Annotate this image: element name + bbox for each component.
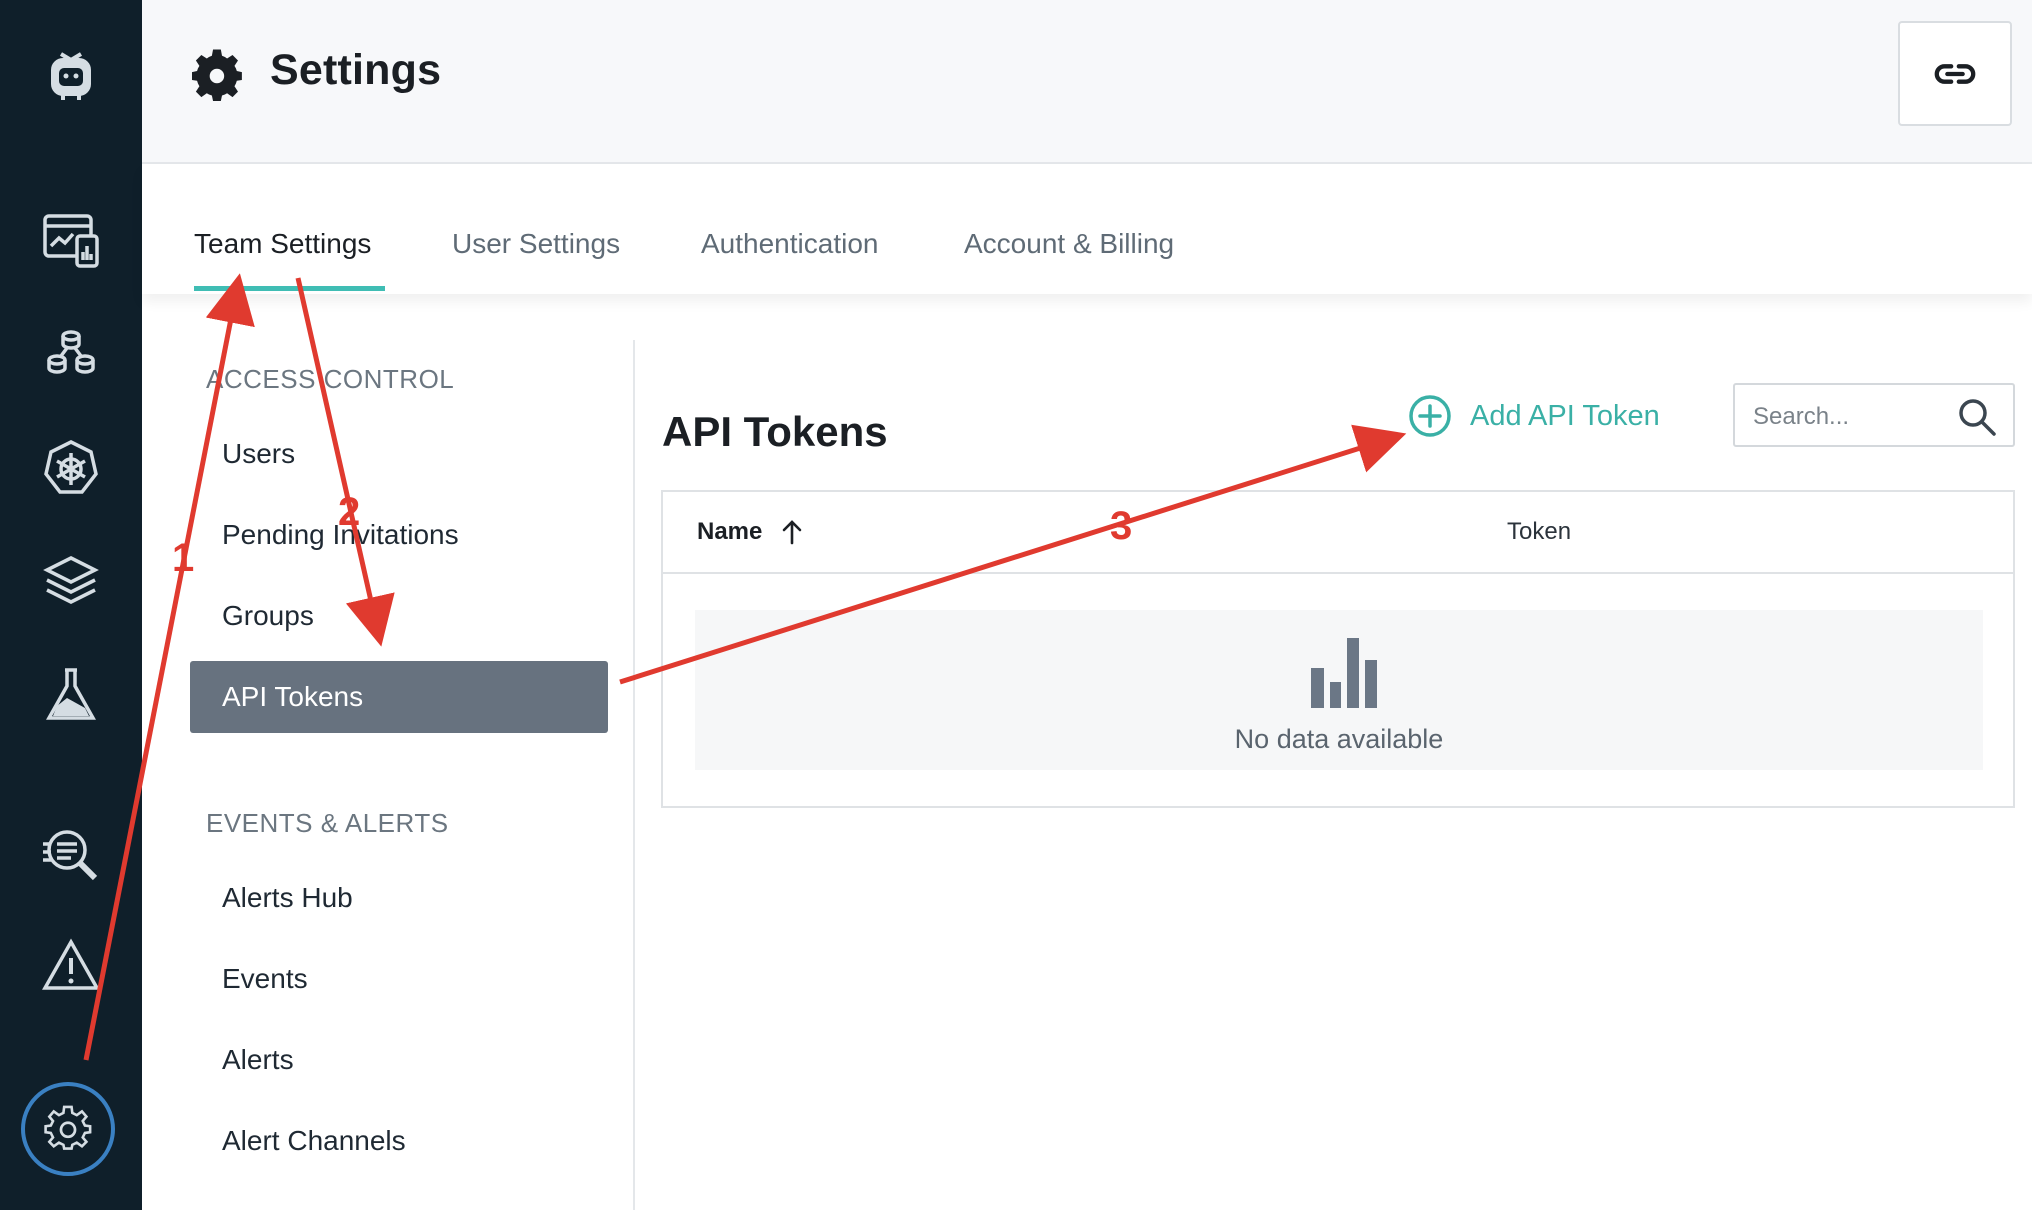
copy-link-button[interactable]	[1898, 21, 2012, 126]
kubernetes-icon[interactable]	[35, 432, 107, 504]
annotation-label-3: 3	[1110, 504, 1133, 548]
menu-item-alert-channels[interactable]: Alert Channels	[222, 1125, 406, 1157]
link-icon	[1934, 63, 1976, 84]
settings-menu: ACCESS CONTROL Users Pending Invitations…	[142, 294, 634, 1210]
search-input[interactable]	[1751, 399, 1955, 435]
empty-state-text: No data available	[1234, 724, 1444, 754]
table-header: Name Token	[663, 492, 2013, 574]
layers-icon[interactable]	[35, 546, 107, 618]
column-header-name[interactable]: Name	[697, 518, 804, 546]
api-tokens-table: Name Token No data available	[661, 490, 2015, 808]
settings-tabs: Team Settings User Settings Authenticati…	[142, 164, 2032, 294]
tab-team-settings[interactable]: Team Settings	[194, 228, 371, 260]
warning-icon[interactable]	[35, 930, 107, 1002]
section-access-control: ACCESS CONTROL	[206, 364, 455, 394]
bar-chart-icon	[1311, 638, 1377, 708]
sort-ascending-icon[interactable]	[780, 519, 804, 545]
menu-item-events[interactable]: Events	[222, 963, 308, 995]
add-api-token-button[interactable]: Add API Token	[1408, 394, 1660, 438]
tab-account-billing[interactable]: Account & Billing	[964, 228, 1174, 260]
menu-divider	[633, 340, 635, 1210]
dashboard-icon[interactable]	[35, 204, 107, 276]
column-name-label: Name	[697, 518, 763, 545]
settings-nav-button[interactable]	[21, 1082, 115, 1176]
gear-icon	[192, 49, 242, 101]
tab-user-settings[interactable]: User Settings	[452, 228, 620, 260]
bot-logo-icon[interactable]	[35, 40, 107, 112]
services-icon[interactable]	[35, 318, 107, 390]
tab-authentication[interactable]: Authentication	[701, 228, 878, 260]
menu-item-api-tokens[interactable]: API Tokens	[190, 661, 608, 733]
empty-state: No data available	[695, 610, 1983, 770]
page-title: Settings	[270, 46, 442, 94]
search-icon[interactable]	[1957, 397, 1997, 437]
menu-item-alerts[interactable]: Alerts	[222, 1044, 294, 1076]
add-api-token-label: Add API Token	[1470, 399, 1660, 432]
active-tab-indicator	[194, 286, 385, 291]
sidebar	[0, 0, 142, 1210]
flask-icon[interactable]	[35, 658, 107, 730]
annotation-label-2: 2	[338, 490, 361, 534]
content-title: API Tokens	[662, 408, 888, 455]
menu-item-alerts-hub[interactable]: Alerts Hub	[222, 882, 353, 914]
menu-item-label: API Tokens	[222, 681, 364, 712]
search-box	[1733, 383, 2015, 447]
section-events-alerts: EVENTS & ALERTS	[206, 808, 449, 838]
search-logs-icon[interactable]	[35, 818, 107, 890]
annotation-label-1: 1	[172, 536, 195, 580]
column-header-token[interactable]: Token	[1507, 518, 1571, 546]
gear-icon	[44, 1105, 92, 1150]
page-header: Settings	[142, 0, 2032, 164]
plus-circle-icon	[1409, 395, 1451, 437]
menu-item-groups[interactable]: Groups	[222, 600, 314, 632]
menu-item-users[interactable]: Users	[222, 438, 295, 470]
